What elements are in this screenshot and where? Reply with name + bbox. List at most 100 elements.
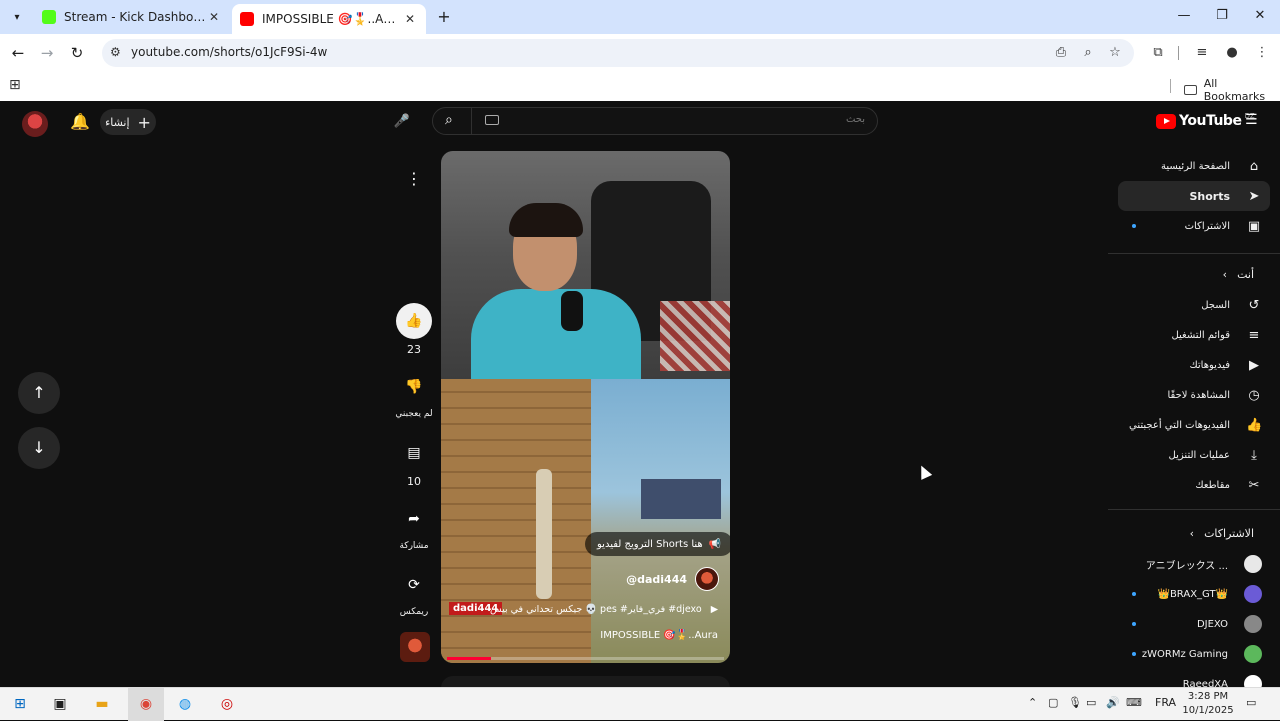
previous-short-button[interactable]: ↑ <box>18 372 60 414</box>
voice-search-icon[interactable]: 🎤 <box>390 109 414 135</box>
microphone-tray-icon[interactable]: 🎙 <box>1068 696 1082 709</box>
streamer-hair <box>509 203 583 237</box>
subscription-channel[interactable]: zWORMz Gaming <box>1118 639 1270 669</box>
channel-avatar[interactable] <box>695 567 719 591</box>
notifications-bell-icon[interactable]: 🔔 <box>70 112 90 131</box>
clips-icon: ✂ <box>1248 477 1260 493</box>
windows-start-icon[interactable]: ⊞ <box>8 693 32 715</box>
extensions-icon[interactable]: ⧉ <box>1148 43 1168 63</box>
all-bookmarks-button[interactable]: All Bookmarks <box>1184 77 1280 103</box>
channel-handle[interactable]: @dadi444 <box>626 573 687 586</box>
sidebar-item-subscriptions[interactable]: الاشتراكات ▣ <box>1118 211 1270 241</box>
next-short-button[interactable]: ↓ <box>18 427 60 469</box>
site-info-icon[interactable]: ⚙ <box>110 45 121 59</box>
sidebar-item-downloads[interactable]: عمليات التنزيل ⤓ <box>1118 440 1270 470</box>
tab-kick-dashboard[interactable]: Stream - Kick Dashboard ✕ <box>34 4 230 30</box>
file-explorer-icon[interactable]: ▬ <box>90 693 114 715</box>
address-bar[interactable]: ⚙ youtube.com/shorts/o1JcF9Si-4w ⎙ ⌕ ☆ <box>102 39 1134 67</box>
all-bookmarks-label: All Bookmarks <box>1203 77 1266 103</box>
sound-channel-thumbnail[interactable] <box>400 632 430 662</box>
recording-app-icon[interactable]: ◎ <box>215 693 239 715</box>
chrome-menu-icon[interactable]: ⋮ <box>1252 43 1272 63</box>
forward-icon[interactable]: → <box>36 42 58 64</box>
sidebar-item-label: السجل <box>1201 299 1230 311</box>
clock-time: 3:28 PM <box>1187 691 1229 702</box>
search-input[interactable] <box>565 114 865 125</box>
channel-row[interactable]: @dadi444 <box>626 567 719 591</box>
subscriptions-section-header[interactable]: ‹ الاشتراكات <box>1190 527 1254 540</box>
url-text[interactable]: youtube.com/shorts/o1JcF9Si-4w <box>131 45 327 59</box>
network-icon[interactable]: ▭ <box>1086 696 1096 709</box>
dislike-button[interactable]: 👎 <box>396 369 432 405</box>
channel-avatar <box>1244 585 1262 603</box>
meet-now-icon[interactable]: ▢ <box>1048 696 1058 709</box>
new-tab-icon[interactable]: + <box>434 7 454 27</box>
language-indicator[interactable]: FRA <box>1155 696 1176 709</box>
facecam-region <box>441 151 730 379</box>
restore-icon[interactable]: ❐ <box>1210 6 1234 26</box>
channel-name: zWORMz Gaming <box>1141 648 1228 660</box>
media-controls-icon[interactable]: ≡ <box>1192 43 1212 63</box>
share-button[interactable]: ➦ <box>396 501 432 537</box>
system-clock[interactable]: 3:28 PM 10/1/2025 <box>1178 690 1238 718</box>
subscription-channel[interactable]: 👑BRAX_GT👑 <box>1118 579 1270 609</box>
guide-menu-icon[interactable]: ☰ <box>1245 112 1258 128</box>
volume-icon[interactable]: 🔊 <box>1106 696 1120 709</box>
subscription-channel[interactable]: RaeedXA <box>1118 669 1270 687</box>
mouse-cursor <box>915 463 933 480</box>
install-app-icon[interactable]: ⎙ <box>1052 44 1070 62</box>
chrome-icon[interactable]: ◉ <box>134 693 158 715</box>
sidebar-item-home[interactable]: الصفحة الرئيسية ⌂ <box>1118 151 1270 181</box>
you-section-header[interactable]: ‹ أنت <box>1223 268 1254 281</box>
like-button[interactable]: 👍 <box>396 303 432 339</box>
plus-icon: + <box>137 112 151 132</box>
clock-date: 10/1/2025 <box>1182 705 1234 716</box>
close-window-icon[interactable]: ✕ <box>1248 6 1272 26</box>
apps-grid-icon[interactable]: ⊞ <box>9 77 21 93</box>
sidebar-item-clips[interactable]: مقاطعك ✂ <box>1118 470 1270 500</box>
search-box[interactable]: ⌕ <box>432 107 878 135</box>
progress-bar[interactable] <box>447 657 724 660</box>
profile-avatar[interactable]: ● <box>1222 43 1242 63</box>
sidebar-item-shorts[interactable]: Shorts ➤ <box>1118 181 1270 211</box>
reload-icon[interactable]: ↻ <box>66 42 88 64</box>
sidebar-item-playlists[interactable]: قوائم التشغيل ≡ <box>1118 320 1270 350</box>
next-short-preview[interactable] <box>441 676 730 687</box>
guide-sidebar: الصفحة الرئيسية ⌂ Shorts ➤ الاشتراكات ▣ … <box>1108 151 1280 687</box>
minimize-icon[interactable]: — <box>1172 6 1196 26</box>
keyboard-icon[interactable] <box>485 115 499 125</box>
youtube-logo[interactable]: YouTube DZ <box>1156 112 1255 129</box>
close-tab-icon[interactable]: ✕ <box>402 12 418 26</box>
zoom-icon[interactable]: ⌕ <box>1079 44 1097 62</box>
progress-fill <box>447 657 492 660</box>
create-button[interactable]: إنشاء + <box>100 109 156 135</box>
keyboard-layout-icon[interactable]: ⌨ <box>1126 696 1142 709</box>
show-hidden-icons[interactable]: ⌃ <box>1028 696 1037 709</box>
subscription-channel[interactable]: DJEXO <box>1118 609 1270 639</box>
search-divider <box>471 108 472 134</box>
bookmark-star-icon[interactable]: ☆ <box>1106 44 1124 62</box>
sidebar-item-liked-videos[interactable]: الفيديوهات التي أعجبتني 👍 <box>1118 410 1270 440</box>
more-actions-icon[interactable]: ⋮ <box>398 163 430 195</box>
close-tab-icon[interactable]: ✕ <box>206 10 222 24</box>
edge-icon[interactable]: ◍ <box>173 693 197 715</box>
tab-youtube-short[interactable]: IMPOSSIBLE 🎯🎖️..Aura - YouTube ✕ <box>232 4 426 34</box>
back-icon[interactable]: ← <box>7 42 29 64</box>
remix-button[interactable]: ⟳ <box>396 567 432 603</box>
task-view-icon[interactable]: ▣ <box>48 693 72 715</box>
sidebar-item-label: Shorts <box>1189 189 1230 203</box>
notifications-icon[interactable]: ▭ <box>1246 696 1256 709</box>
account-avatar[interactable] <box>22 111 48 137</box>
video-title[interactable]: IMPOSSIBLE 🎯🎖️..Aura <box>600 630 718 641</box>
sidebar-item-watch-later[interactable]: المشاهدة لاحقًا ◷ <box>1118 380 1270 410</box>
sidebar-item-history[interactable]: السجل ↺ <box>1118 290 1270 320</box>
sidebar-item-your-videos[interactable]: فيديوهاتك ▶ <box>1118 350 1270 380</box>
dislike-label: لم يعجبني <box>395 409 433 419</box>
caption-text: جيكس تحداني في بيس 💀 pes #فري_فاير #djex… <box>489 604 702 615</box>
tab-search-button[interactable]: ▾ <box>6 7 28 27</box>
search-icon[interactable]: ⌕ <box>445 112 453 128</box>
subscription-channel[interactable]: アニブレックス ... <box>1118 549 1270 579</box>
comments-button[interactable]: ▤ <box>396 435 432 471</box>
short-video-player[interactable]: الترويج لفيديو Shorts هنا 📢 @dadi444 dad… <box>441 151 730 663</box>
promote-shorts-pill[interactable]: الترويج لفيديو Shorts هنا 📢 <box>585 532 730 556</box>
